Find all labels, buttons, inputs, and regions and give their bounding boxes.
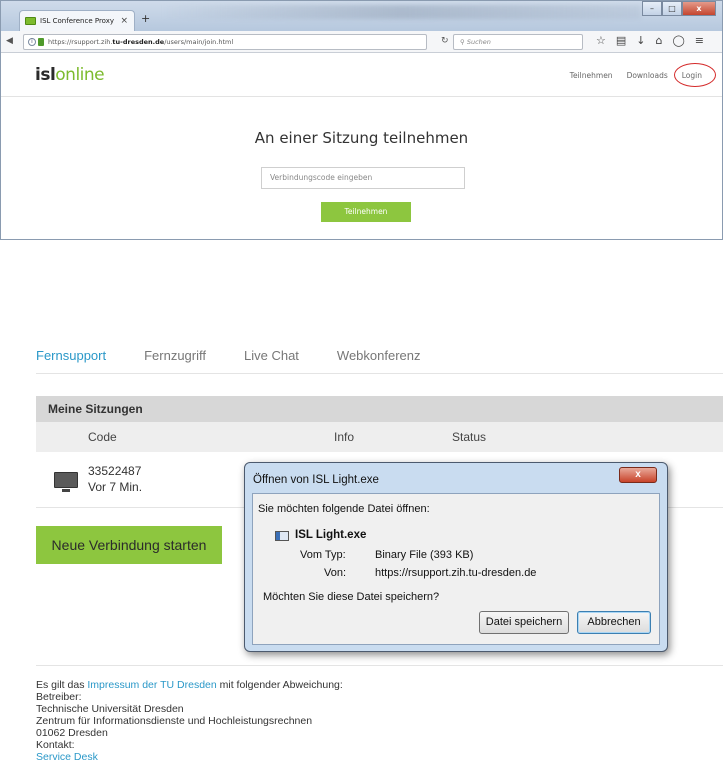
back-arrow-icon[interactable]: ◀ bbox=[6, 36, 13, 46]
tab-close-icon[interactable]: × bbox=[120, 11, 128, 31]
tabs-divider bbox=[36, 373, 723, 374]
info-icon[interactable]: i bbox=[28, 38, 36, 46]
reading-list-icon[interactable]: ▤ bbox=[616, 34, 626, 47]
window-close-button[interactable]: x bbox=[682, 1, 716, 16]
search-input[interactable]: ⚲ Suchen bbox=[453, 34, 583, 50]
org-name: Technische Universität Dresden bbox=[36, 703, 184, 715]
url-path: /users/main/join.html bbox=[164, 38, 234, 46]
isl-favicon-icon bbox=[25, 17, 36, 25]
contact-label: Kontakt: bbox=[36, 739, 75, 751]
dialog-question: Sie möchten folgende Datei öffnen: bbox=[258, 503, 430, 515]
file-type-value: Binary File (393 KB) bbox=[375, 549, 474, 561]
minimize-button[interactable]: – bbox=[642, 1, 662, 16]
session-time: Vor 7 Min. bbox=[88, 480, 143, 494]
org-department: Zentrum für Informationsdienste und Hoch… bbox=[36, 715, 313, 727]
sessions-header: Meine Sitzungen bbox=[36, 396, 723, 422]
join-title: An einer Sitzung teilnehmen bbox=[254, 129, 469, 147]
footer-divider bbox=[36, 665, 723, 666]
nav-join-link[interactable]: Teilnehmen bbox=[570, 71, 613, 80]
dialog-body: Sie möchten folgende Datei öffnen: ISL L… bbox=[252, 493, 660, 645]
join-button[interactable]: Teilnehmen bbox=[321, 202, 411, 222]
address-bar[interactable]: i https://rsupport.zih.tu-dresden.de/use… bbox=[23, 34, 427, 50]
window-controls: – □ x bbox=[642, 1, 716, 16]
portal-tabs: Fernsupport Fernzugriff Live Chat Webkon… bbox=[36, 348, 459, 363]
url-domain: tu-dresden.de bbox=[112, 38, 165, 46]
browser-window: ISL Conference Proxy × + – □ x ◀ i https… bbox=[0, 0, 723, 240]
cancel-button[interactable]: Abbrechen bbox=[577, 611, 651, 634]
dialog-filename: ISL Light.exe bbox=[295, 529, 367, 541]
download-icon[interactable]: ↓ bbox=[636, 34, 645, 47]
org-address: 01062 Dresden bbox=[36, 727, 108, 739]
menu-icon[interactable]: ≡ bbox=[695, 34, 704, 47]
monitor-icon bbox=[54, 472, 78, 492]
isl-nav: Teilnehmen Downloads Login bbox=[570, 63, 716, 87]
footer: Es gilt das Impressum der TU Dresden mit… bbox=[36, 679, 343, 763]
executable-file-icon bbox=[275, 531, 289, 541]
url-prefix: https://rsupport.zih. bbox=[48, 38, 113, 46]
isl-online-logo[interactable]: islonline bbox=[35, 65, 105, 85]
dialog-close-button[interactable]: x bbox=[619, 467, 657, 483]
file-open-dialog: Öffnen von ISL Light.exe x Sie möchten f… bbox=[244, 462, 668, 652]
tab-fernsupport[interactable]: Fernsupport bbox=[36, 348, 106, 363]
browser-navbar: ◀ i https://rsupport.zih.tu-dresden.de/u… bbox=[1, 31, 722, 53]
connection-code-input[interactable]: Verbindungscode eingeben bbox=[261, 167, 465, 189]
operator-label: Betreiber: bbox=[36, 691, 82, 703]
file-type-label: Vom Typ: bbox=[300, 549, 346, 561]
file-source-value: https://rsupport.zih.tu-dresden.de bbox=[375, 567, 537, 579]
lock-icon bbox=[38, 38, 44, 46]
browser-titlebar: ISL Conference Proxy × + – □ x bbox=[1, 1, 722, 31]
impressum-link[interactable]: Impressum der TU Dresden bbox=[87, 679, 216, 691]
service-desk-link[interactable]: Service Desk bbox=[36, 751, 343, 763]
browser-toolbar: ☆ ▤ ↓ ⌂ ◯ ≡ bbox=[596, 34, 704, 47]
nav-downloads-link[interactable]: Downloads bbox=[627, 71, 668, 80]
tab-webkonferenz[interactable]: Webkonferenz bbox=[337, 348, 421, 363]
column-code: Code bbox=[88, 430, 117, 444]
isl-header: islonline Teilnehmen Downloads Login bbox=[1, 53, 722, 97]
maximize-button[interactable]: □ bbox=[662, 1, 682, 16]
search-icon: ⚲ bbox=[460, 38, 465, 46]
new-connection-button[interactable]: Neue Verbindung starten bbox=[36, 526, 222, 564]
sessions-column-headers: Code Info Status bbox=[36, 422, 723, 452]
column-status: Status bbox=[452, 430, 487, 444]
login-highlight-circle bbox=[673, 63, 716, 87]
save-question: Möchten Sie diese Datei speichern? bbox=[263, 591, 440, 603]
column-info: Info bbox=[334, 430, 355, 444]
tab-fernzugriff[interactable]: Fernzugriff bbox=[144, 348, 206, 363]
session-code: 33522487 bbox=[88, 464, 142, 478]
tab-live-chat[interactable]: Live Chat bbox=[244, 348, 299, 363]
nav-login-link[interactable]: Login bbox=[673, 63, 716, 87]
home-icon[interactable]: ⌂ bbox=[656, 34, 663, 47]
file-source-label: Von: bbox=[324, 567, 347, 579]
new-tab-button[interactable]: + bbox=[141, 12, 150, 25]
reload-icon[interactable]: ↻ bbox=[441, 36, 449, 46]
pocket-icon[interactable]: ◯ bbox=[672, 34, 684, 47]
save-file-button[interactable]: Datei speichern bbox=[479, 611, 569, 634]
bookmark-star-icon[interactable]: ☆ bbox=[596, 34, 606, 47]
search-placeholder: Suchen bbox=[466, 38, 491, 46]
tab-title: ISL Conference Proxy bbox=[40, 17, 115, 25]
dialog-title: Öffnen von ISL Light.exe bbox=[253, 474, 379, 486]
browser-tab[interactable]: ISL Conference Proxy × bbox=[19, 10, 135, 31]
